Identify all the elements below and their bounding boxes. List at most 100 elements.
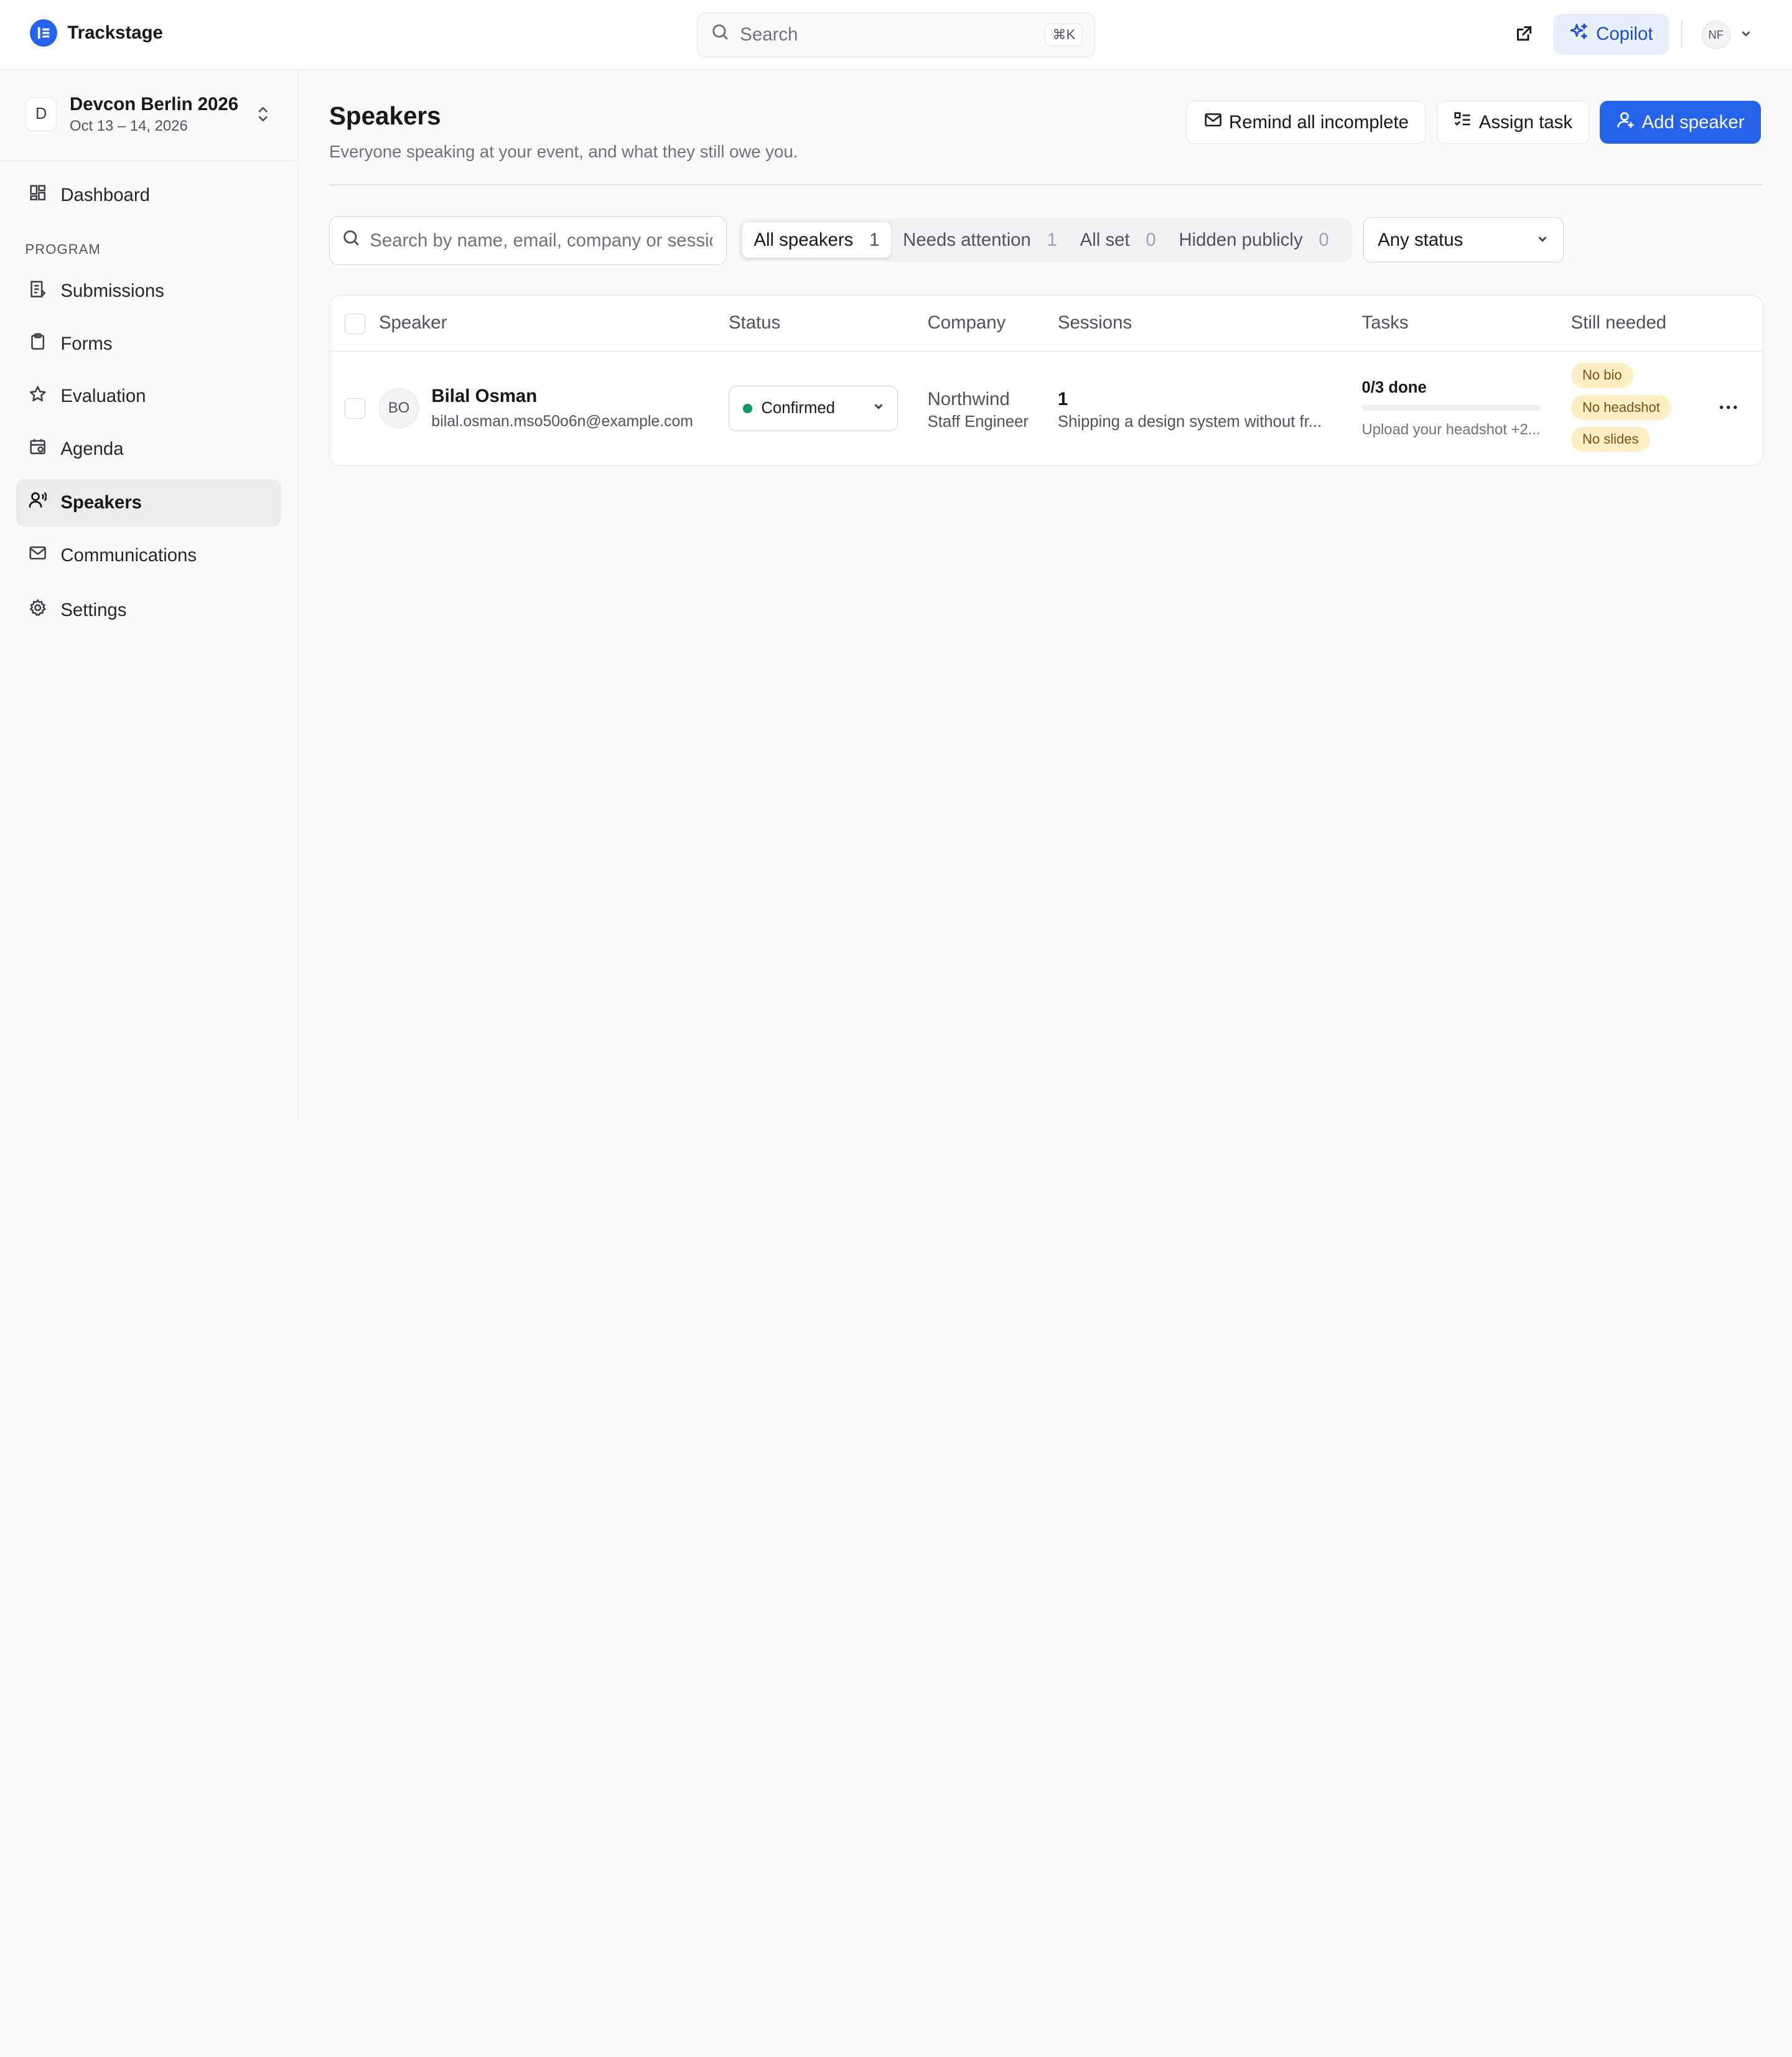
- chevron-down-icon: [1739, 24, 1753, 45]
- tab-count: 0: [1146, 229, 1156, 250]
- speaker-status-select[interactable]: Confirmed: [728, 385, 898, 432]
- tab-hidden-publicly[interactable]: Hidden publicly 0: [1167, 222, 1340, 258]
- speakers-table: Speaker Status Company Sessions Tasks St…: [329, 294, 1764, 467]
- sidebar-item-agenda[interactable]: Agenda: [16, 425, 281, 473]
- sidebar-item-label: Speakers: [60, 492, 142, 513]
- chevron-down-icon: [1536, 230, 1549, 251]
- still-needed-badge: No slides: [1570, 427, 1650, 452]
- tab-needs-attention[interactable]: Needs attention 1: [892, 222, 1069, 258]
- event-name: Devcon Berlin 2026: [70, 93, 239, 114]
- add-speaker-button[interactable]: Add speaker: [1600, 100, 1762, 144]
- speaker-search[interactable]: [329, 216, 727, 266]
- status-dot-icon: [743, 404, 752, 413]
- status-filter-select[interactable]: Any status: [1363, 217, 1564, 263]
- clipboard-icon: [29, 332, 47, 355]
- sidebar-item-label: Forms: [60, 333, 113, 354]
- speaker-email: bilal.osman.mso50o6n@example.com: [431, 413, 693, 431]
- search-icon: [342, 229, 360, 252]
- user-menu[interactable]: NF: [1701, 21, 1753, 49]
- brand[interactable]: Trackstage: [29, 19, 163, 47]
- calendar-icon: [29, 437, 47, 460]
- speaker-avatar: BO: [378, 388, 419, 428]
- mail-icon: [29, 544, 47, 567]
- user-avatar: NF: [1701, 21, 1730, 49]
- tab-all-set[interactable]: All set 0: [1068, 222, 1167, 258]
- tab-count: 1: [1047, 229, 1057, 250]
- page-subtitle: Everyone speaking at your event, and wha…: [329, 141, 798, 161]
- global-search-placeholder: Search: [740, 24, 798, 45]
- sidebar-item-evaluation[interactable]: Evaluation: [16, 373, 281, 421]
- tasks-done: 0/3 done: [1361, 378, 1427, 396]
- sidebar-item-label: Dashboard: [60, 185, 151, 206]
- speaker-search-input[interactable]: [370, 230, 713, 251]
- sidebar-item-label: Evaluation: [60, 386, 146, 407]
- session-title[interactable]: Shipping a design system without fr...: [1058, 413, 1332, 431]
- column-header-company[interactable]: Company: [928, 312, 1006, 334]
- table-header: Speaker Status Company Sessions Tasks St…: [329, 296, 1763, 352]
- sidebar-item-speakers[interactable]: Speakers: [16, 478, 281, 527]
- table-row[interactable]: BO Bilal Osman bilal.osman.mso50o6n@exam…: [330, 352, 1763, 466]
- select-all-checkbox[interactable]: [344, 314, 365, 335]
- trackstage-logo-icon: [29, 19, 57, 47]
- page-title: Speakers: [329, 101, 441, 131]
- speaker-icon: [29, 491, 47, 514]
- row-checkbox[interactable]: [344, 398, 365, 419]
- sidebar-item-forms[interactable]: Forms: [16, 320, 281, 368]
- sessions-count: 1: [1057, 389, 1068, 410]
- column-header-still-needed[interactable]: Still needed: [1571, 312, 1667, 334]
- column-header-sessions[interactable]: Sessions: [1058, 312, 1132, 334]
- sidebar-section-label: PROGRAM: [25, 241, 101, 257]
- tasks-progress-bar: [1361, 405, 1541, 411]
- remind-label: Remind all incomplete: [1229, 111, 1409, 133]
- tab-label: Hidden publicly: [1178, 229, 1303, 250]
- column-header-status[interactable]: Status: [729, 312, 780, 334]
- remind-all-incomplete-button[interactable]: Remind all incomplete: [1186, 100, 1427, 144]
- column-header-tasks[interactable]: Tasks: [1362, 312, 1409, 334]
- more-actions-icon[interactable]: [1716, 395, 1741, 420]
- search-icon: [711, 23, 729, 46]
- speaker-name[interactable]: Bilal Osman: [431, 386, 537, 407]
- header-divider: [329, 184, 1763, 185]
- copilot-button[interactable]: Copilot: [1553, 14, 1670, 55]
- gear-icon: [29, 599, 47, 622]
- assign-label: Assign task: [1478, 111, 1573, 133]
- copilot-label: Copilot: [1596, 24, 1653, 45]
- speaker-status-value: Confirmed: [761, 399, 835, 417]
- tab-count: 1: [869, 229, 880, 250]
- sidebar-item-label: Settings: [60, 599, 127, 620]
- external-link-icon[interactable]: [1511, 22, 1536, 47]
- event-dates: Oct 13 – 14, 2026: [70, 118, 188, 135]
- user-plus-icon: [1617, 111, 1635, 134]
- app-name: Trackstage: [67, 22, 163, 44]
- dashboard-icon: [29, 184, 47, 207]
- speaker-company: Northwind: [927, 389, 1010, 410]
- speaker-job-title: Staff Engineer: [927, 413, 1029, 431]
- tab-label: Needs attention: [903, 229, 1031, 250]
- chevron-up-down-icon: [254, 104, 272, 129]
- global-search[interactable]: Search ⌘K: [697, 12, 1095, 57]
- sidebar: D Devcon Berlin 2026 Oct 13 – 14, 2026 D…: [0, 70, 299, 1120]
- sparkles-icon: [1570, 22, 1588, 45]
- assign-task-button[interactable]: Assign task: [1436, 100, 1590, 144]
- sidebar-item-communications[interactable]: Communications: [16, 531, 281, 579]
- tab-all-speakers[interactable]: All speakers 1: [742, 222, 892, 259]
- still-needed-badge: No headshot: [1570, 394, 1672, 421]
- checklist-icon: [1454, 111, 1472, 134]
- tab-label: All set: [1080, 229, 1130, 250]
- sidebar-item-submissions[interactable]: Submissions: [16, 268, 281, 315]
- mail-send-icon: [1204, 111, 1222, 134]
- sidebar-item-dashboard[interactable]: Dashboard: [16, 171, 281, 219]
- tab-count: 0: [1318, 229, 1329, 250]
- speaker-filter-tabs: All speakers 1 Needs attention 1 All set…: [738, 218, 1352, 262]
- still-needed-badge: No bio: [1570, 363, 1634, 388]
- event-badge: D: [25, 97, 57, 132]
- top-bar: Trackstage Search ⌘K Copilot NF: [0, 0, 1792, 70]
- sidebar-item-settings[interactable]: Settings: [16, 586, 281, 634]
- column-header-speaker[interactable]: Speaker: [379, 312, 447, 334]
- add-speaker-label: Add speaker: [1641, 111, 1745, 133]
- topbar-divider: [1681, 21, 1682, 49]
- app-root: Trackstage Search ⌘K Copilot NF D Devcon…: [0, 0, 1792, 1120]
- event-switcher[interactable]: D Devcon Berlin 2026 Oct 13 – 14, 2026: [0, 70, 297, 161]
- search-shortcut: ⌘K: [1045, 24, 1083, 46]
- chevron-down-icon: [872, 399, 885, 417]
